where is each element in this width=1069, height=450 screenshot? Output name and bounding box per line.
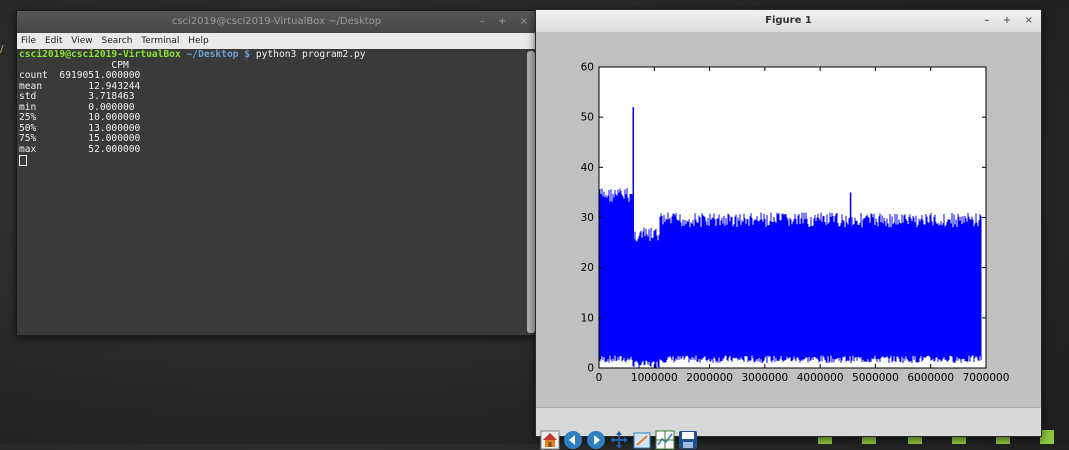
output-line: 75% 15.000000 [19, 133, 141, 144]
terminal-scrollbar[interactable] [527, 51, 535, 333]
figure-title: Figure 1 [765, 15, 812, 26]
x-tick-label: 5000000 [852, 372, 899, 384]
output-line: 25% 10.000000 [19, 112, 141, 123]
prompt-path: ~/Desktop $ [186, 49, 251, 60]
figure-close-button[interactable]: × [1025, 15, 1033, 26]
figure-window[interactable]: Figure 1 – + × 0 1000000 2000000 3000000 400… [535, 9, 1042, 450]
pan-icon[interactable] [609, 430, 629, 450]
output-line: CPM [19, 59, 129, 71]
subplots-icon[interactable] [655, 430, 675, 450]
output-line: min 0.000000 [19, 101, 135, 113]
y-tick-label: 20 [581, 262, 594, 274]
x-tick-label: 0 [596, 372, 603, 384]
menu-terminal[interactable]: Terminal [141, 36, 179, 46]
menu-search[interactable]: Search [101, 36, 132, 46]
x-tick-label: 4000000 [797, 372, 844, 384]
figure-titlebar[interactable]: Figure 1 – + × [536, 10, 1041, 32]
x-tick-label: 1000000 [631, 372, 678, 384]
x-tick-label: 2000000 [686, 372, 733, 384]
terminal-cursor [19, 155, 27, 166]
output-line: mean 12.943244 [19, 80, 141, 92]
y-tick-label: 50 [581, 112, 594, 124]
save-icon[interactable] [678, 430, 698, 450]
terminal-screen[interactable]: csci2019@csci2019-VirtualBox ~/Desktop $… [17, 49, 526, 335]
terminal-menubar: File Edit View Search Terminal Help [17, 33, 536, 49]
y-tick-label: 40 [581, 162, 594, 174]
command-text: python3 program2.py [255, 49, 366, 60]
menu-help[interactable]: Help [188, 36, 209, 46]
forward-icon[interactable] [586, 430, 606, 450]
terminal-window[interactable]: csci2019@csci2019-VirtualBox ~/Desktop –… [16, 10, 537, 336]
output-line: 50% 13.000000 [19, 122, 141, 134]
terminal-titlebar[interactable]: csci2019@csci2019-VirtualBox ~/Desktop –… [17, 11, 536, 33]
x-tick-label: 3000000 [741, 372, 788, 384]
output-line: count 6919051.000000 [19, 70, 141, 81]
y-tick-label: 0 [587, 363, 594, 375]
x-tick-label: 6000000 [907, 372, 954, 384]
output-line: max 52.000000 [19, 143, 141, 155]
terminal-title: csci2019@csci2019-VirtualBox ~/Desktop [171, 16, 382, 27]
output-line: std 3.718463 [19, 91, 135, 102]
menu-file[interactable]: File [21, 36, 36, 46]
zoom-icon[interactable] [632, 430, 652, 450]
figure-minimize-button[interactable]: – [984, 15, 989, 26]
terminal-minimize-button[interactable]: – [480, 16, 485, 27]
prompt-user: csci2019@csci2019-VirtualBox [19, 49, 181, 60]
home-icon[interactable] [540, 430, 560, 450]
plot-canvas[interactable]: 0 1000000 2000000 3000000 4000000 5000000 6000… [536, 32, 1041, 407]
y-tick-label: 60 [581, 62, 594, 74]
y-tick-label: 30 [581, 212, 594, 224]
menu-edit[interactable]: Edit [45, 36, 62, 46]
desktop-icon-fragment: / [0, 44, 4, 55]
menu-view[interactable]: View [71, 36, 92, 46]
terminal-maximize-button[interactable]: + [498, 16, 506, 27]
y-tick-label: 10 [581, 312, 594, 324]
back-icon[interactable] [563, 430, 583, 450]
figure-toolbar [536, 407, 1041, 450]
figure-maximize-button[interactable]: + [1003, 15, 1011, 26]
x-tick-label: 7000000 [963, 372, 1010, 384]
terminal-close-button[interactable]: × [520, 16, 528, 27]
